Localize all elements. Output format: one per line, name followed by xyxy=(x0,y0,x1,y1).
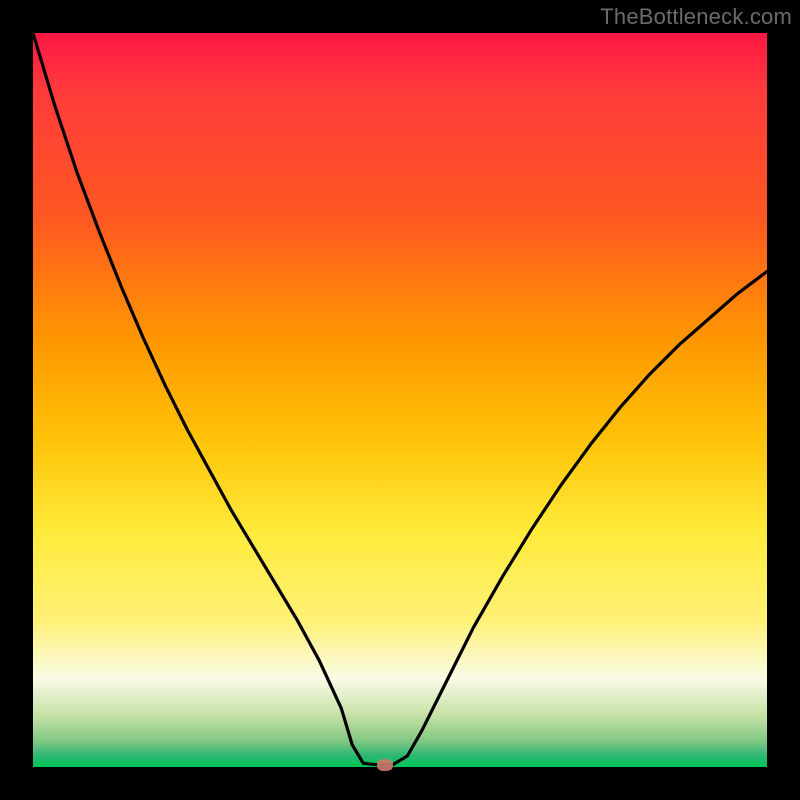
optimal-point-marker xyxy=(377,759,393,771)
chart-frame: TheBottleneck.com xyxy=(0,0,800,800)
plot-area xyxy=(33,33,767,767)
watermark-text: TheBottleneck.com xyxy=(600,4,792,30)
